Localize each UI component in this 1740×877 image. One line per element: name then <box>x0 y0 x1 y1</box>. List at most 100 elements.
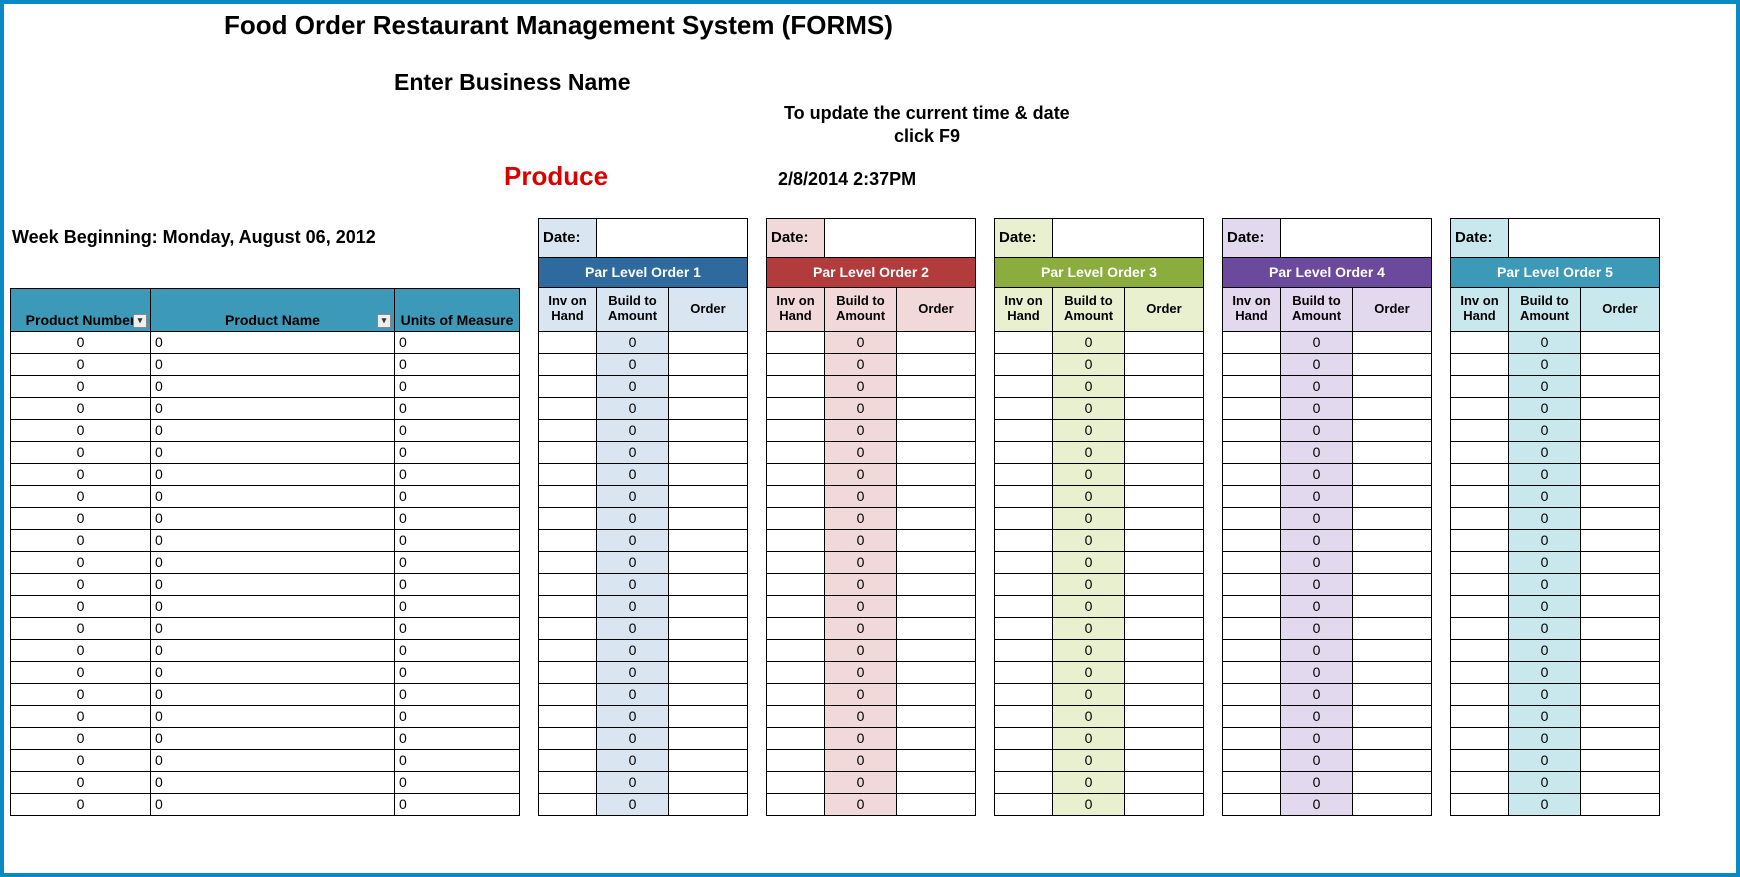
table-row[interactable]: 0 <box>538 618 748 640</box>
cell-inv-on-hand[interactable] <box>995 684 1053 705</box>
table-row[interactable]: 0 <box>1450 728 1660 750</box>
cell-build-to-amount[interactable]: 0 <box>825 376 897 397</box>
cell-build-to-amount[interactable]: 0 <box>825 332 897 353</box>
cell-inv-on-hand[interactable] <box>539 552 597 573</box>
cell-build-to-amount[interactable]: 0 <box>597 750 669 771</box>
cell-product-number[interactable]: 0 <box>11 552 151 573</box>
table-row[interactable]: 0 <box>994 794 1204 816</box>
cell-units-of-measure[interactable]: 0 <box>395 706 519 727</box>
cell-build-to-amount[interactable]: 0 <box>1281 442 1353 463</box>
cell-inv-on-hand[interactable] <box>539 530 597 551</box>
cell-inv-on-hand[interactable] <box>1223 530 1281 551</box>
cell-order[interactable] <box>1581 464 1659 485</box>
cell-product-number[interactable]: 0 <box>11 420 151 441</box>
table-row[interactable]: 0 <box>994 398 1204 420</box>
table-row[interactable]: 0 <box>1222 442 1432 464</box>
cell-build-to-amount[interactable]: 0 <box>597 354 669 375</box>
cell-product-name[interactable]: 0 <box>151 398 395 419</box>
cell-inv-on-hand[interactable] <box>1223 552 1281 573</box>
cell-order[interactable] <box>897 706 975 727</box>
cell-build-to-amount[interactable]: 0 <box>825 640 897 661</box>
cell-product-name[interactable]: 0 <box>151 464 395 485</box>
cell-build-to-amount[interactable]: 0 <box>1281 376 1353 397</box>
cell-build-to-amount[interactable]: 0 <box>1281 464 1353 485</box>
cell-order[interactable] <box>1125 728 1203 749</box>
cell-build-to-amount[interactable]: 0 <box>825 750 897 771</box>
table-row[interactable]: 0 <box>538 552 748 574</box>
table-row[interactable]: 0 <box>1222 552 1432 574</box>
table-row[interactable]: 0 <box>994 530 1204 552</box>
cell-build-to-amount[interactable]: 0 <box>825 706 897 727</box>
cell-build-to-amount[interactable]: 0 <box>1053 332 1125 353</box>
cell-order[interactable] <box>1581 552 1659 573</box>
cell-order[interactable] <box>1353 728 1431 749</box>
cell-order[interactable] <box>669 442 747 463</box>
table-row[interactable]: 0 <box>538 420 748 442</box>
cell-order[interactable] <box>669 332 747 353</box>
cell-build-to-amount[interactable]: 0 <box>597 332 669 353</box>
table-row[interactable]: 000 <box>10 376 520 398</box>
cell-build-to-amount[interactable]: 0 <box>1053 728 1125 749</box>
table-row[interactable]: 0 <box>994 552 1204 574</box>
table-row[interactable]: 0 <box>766 552 976 574</box>
cell-order[interactable] <box>669 354 747 375</box>
table-row[interactable]: 0 <box>1222 772 1432 794</box>
cell-product-name[interactable]: 0 <box>151 618 395 639</box>
table-row[interactable]: 0 <box>1450 464 1660 486</box>
table-row[interactable]: 0 <box>994 750 1204 772</box>
cell-order[interactable] <box>1125 574 1203 595</box>
cell-build-to-amount[interactable]: 0 <box>1509 772 1581 793</box>
cell-build-to-amount[interactable]: 0 <box>597 618 669 639</box>
cell-order[interactable] <box>1353 354 1431 375</box>
cell-order[interactable] <box>669 640 747 661</box>
cell-build-to-amount[interactable]: 0 <box>1509 464 1581 485</box>
table-row[interactable]: 0 <box>1222 728 1432 750</box>
table-row[interactable]: 0 <box>766 706 976 728</box>
table-row[interactable]: 0 <box>1222 794 1432 816</box>
cell-order[interactable] <box>1581 728 1659 749</box>
table-row[interactable]: 0 <box>538 794 748 816</box>
table-row[interactable]: 0 <box>994 684 1204 706</box>
cell-inv-on-hand[interactable] <box>1223 728 1281 749</box>
cell-inv-on-hand[interactable] <box>1451 750 1509 771</box>
cell-order[interactable] <box>897 552 975 573</box>
table-row[interactable]: 0 <box>766 508 976 530</box>
business-name-placeholder[interactable]: Enter Business Name <box>4 41 1736 96</box>
cell-order[interactable] <box>669 508 747 529</box>
cell-units-of-measure[interactable]: 0 <box>395 354 519 375</box>
cell-order[interactable] <box>669 728 747 749</box>
cell-product-name[interactable]: 0 <box>151 420 395 441</box>
cell-product-name[interactable]: 0 <box>151 552 395 573</box>
cell-units-of-measure[interactable]: 0 <box>395 728 519 749</box>
table-row[interactable]: 0 <box>1222 640 1432 662</box>
cell-inv-on-hand[interactable] <box>539 750 597 771</box>
cell-order[interactable] <box>669 464 747 485</box>
cell-inv-on-hand[interactable] <box>1223 464 1281 485</box>
cell-order[interactable] <box>1581 332 1659 353</box>
cell-order[interactable] <box>1353 684 1431 705</box>
cell-inv-on-hand[interactable] <box>1451 552 1509 573</box>
cell-order[interactable] <box>897 530 975 551</box>
cell-product-number[interactable]: 0 <box>11 684 151 705</box>
cell-units-of-measure[interactable]: 0 <box>395 486 519 507</box>
cell-inv-on-hand[interactable] <box>995 574 1053 595</box>
cell-units-of-measure[interactable]: 0 <box>395 376 519 397</box>
cell-inv-on-hand[interactable] <box>1451 420 1509 441</box>
cell-product-number[interactable]: 0 <box>11 486 151 507</box>
cell-order[interactable] <box>1125 706 1203 727</box>
cell-build-to-amount[interactable]: 0 <box>1509 750 1581 771</box>
cell-build-to-amount[interactable]: 0 <box>1053 552 1125 573</box>
table-row[interactable]: 0 <box>538 508 748 530</box>
cell-inv-on-hand[interactable] <box>1223 420 1281 441</box>
cell-build-to-amount[interactable]: 0 <box>1281 574 1353 595</box>
table-row[interactable]: 0 <box>1222 332 1432 354</box>
cell-order[interactable] <box>1581 750 1659 771</box>
cell-inv-on-hand[interactable] <box>767 398 825 419</box>
cell-order[interactable] <box>897 596 975 617</box>
cell-inv-on-hand[interactable] <box>767 508 825 529</box>
cell-inv-on-hand[interactable] <box>995 618 1053 639</box>
table-row[interactable]: 0 <box>1450 596 1660 618</box>
cell-product-name[interactable]: 0 <box>151 376 395 397</box>
cell-order[interactable] <box>1125 662 1203 683</box>
table-row[interactable]: 0 <box>994 442 1204 464</box>
